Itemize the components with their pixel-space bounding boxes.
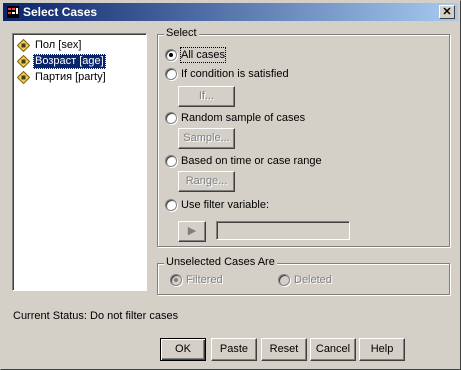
- radio-button[interactable]: [165, 199, 177, 211]
- select-group-label: Select: [164, 27, 199, 39]
- radio-button[interactable]: [165, 49, 177, 61]
- close-button[interactable]: ✕: [439, 5, 455, 19]
- if-condition-label: If condition is satisfied: [181, 68, 289, 80]
- paste-button-label: Paste: [219, 343, 249, 355]
- radio-button[interactable]: [278, 274, 290, 286]
- variable-label: Пол [sex]: [35, 39, 82, 51]
- reset-button[interactable]: Reset: [261, 338, 307, 361]
- variable-label: Партия [party]: [35, 71, 106, 83]
- ok-button[interactable]: OK: [160, 338, 206, 361]
- random-sample-label: Random sample of cases: [181, 112, 306, 124]
- select-cases-dialog: Select Cases ✕ Пол [sex] Возраст [age] П…: [0, 0, 461, 370]
- all-cases-label: All cases: [179, 47, 227, 63]
- radio-button[interactable]: [165, 112, 177, 124]
- radio-selected-dot: [174, 278, 178, 282]
- close-icon: ✕: [442, 6, 452, 18]
- spss-app-icon: [7, 6, 19, 18]
- reset-button-label: Reset: [269, 343, 299, 355]
- radio-button[interactable]: [165, 155, 177, 167]
- variable-list[interactable]: Пол [sex] Возраст [age] Партия [party]: [12, 33, 147, 291]
- unselected-cases-label: Unselected Cases Are: [164, 256, 277, 268]
- filtered-label: Filtered: [186, 274, 223, 286]
- help-button-label: Help: [370, 343, 394, 355]
- current-status: Current Status: Do not filter cases: [13, 310, 179, 322]
- variable-label: Возраст [age]: [33, 54, 106, 69]
- move-variable-button[interactable]: ▶: [178, 221, 206, 242]
- time-range-label: Based on time or case range: [181, 155, 322, 167]
- filter-variable-label: Use filter variable:: [181, 199, 270, 211]
- title-bar[interactable]: Select Cases ✕: [3, 3, 458, 21]
- if-button-label: If...: [198, 90, 215, 102]
- ok-button-label: OK: [175, 343, 191, 355]
- scale-variable-icon: [17, 55, 30, 68]
- cancel-button[interactable]: Cancel: [310, 338, 356, 361]
- paste-button[interactable]: Paste: [211, 338, 257, 361]
- radio-selected-dot: [169, 53, 173, 57]
- right-arrow-icon: ▶: [187, 225, 197, 237]
- sample-button[interactable]: Sample...: [178, 128, 235, 149]
- radio-button[interactable]: [165, 68, 177, 80]
- help-button[interactable]: Help: [359, 338, 405, 361]
- filter-variable-field[interactable]: [216, 221, 350, 240]
- cancel-button-label: Cancel: [315, 343, 351, 355]
- radio-button[interactable]: [170, 274, 182, 286]
- scale-variable-icon: [17, 39, 30, 52]
- range-button-label: Range...: [185, 175, 228, 187]
- if-button[interactable]: If...: [178, 86, 235, 107]
- deleted-label: Deleted: [294, 274, 332, 286]
- scale-variable-icon: [17, 71, 30, 84]
- sample-button-label: Sample...: [183, 132, 230, 144]
- window-title: Select Cases: [23, 5, 98, 19]
- range-button[interactable]: Range...: [178, 171, 235, 192]
